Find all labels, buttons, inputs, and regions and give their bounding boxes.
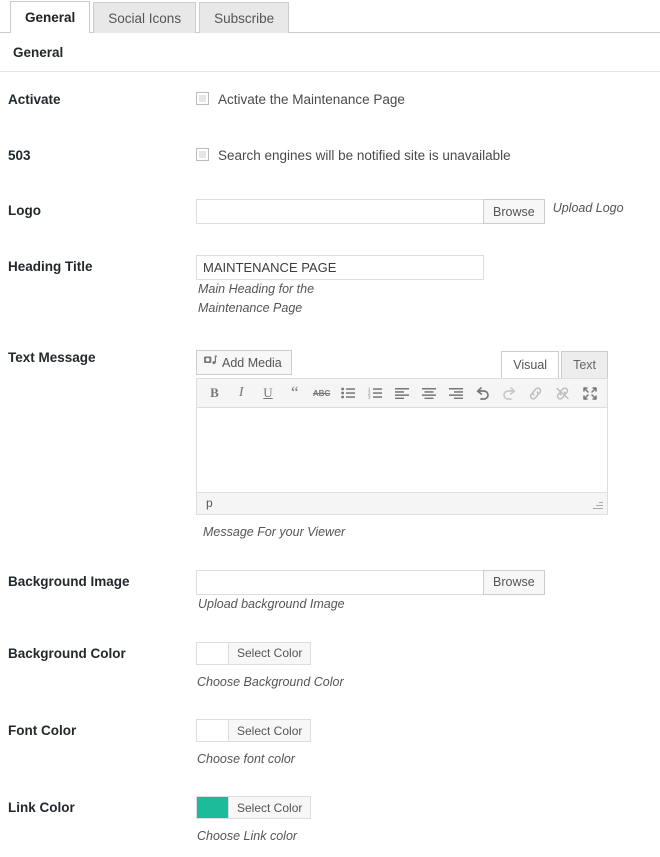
logo-hint: Upload Logo [552, 201, 624, 216]
tab-general-label: General [25, 10, 76, 25]
link-color-swatch[interactable] [196, 796, 228, 820]
row-text-message: Text Message Add Media Visual Text B I U… [0, 330, 660, 553]
activate-checkbox[interactable] [196, 92, 209, 105]
row-background-color: Background Color Select Color Choose Bac… [0, 626, 660, 703]
align-center-icon[interactable] [415, 380, 442, 406]
text-message-hint: Message For your Viewer [203, 525, 346, 540]
add-media-button[interactable]: Add Media [196, 350, 292, 376]
editor-toolbar: B I U “ ABC 1 2 3 [196, 378, 608, 409]
blockquote-icon[interactable]: “ [281, 380, 308, 406]
align-right-icon[interactable] [442, 380, 469, 406]
heading-title-input[interactable] [196, 254, 484, 280]
add-media-label: Add Media [222, 355, 282, 370]
wp-editor: Add Media Visual Text B I U “ ABC 1 2 3 … [196, 346, 608, 541]
bold-icon[interactable]: B [201, 380, 228, 406]
link-color-select-button[interactable]: Select Color [228, 796, 312, 820]
label-503: 503 [8, 147, 31, 163]
editor-tab-visual-label: Visual [513, 358, 548, 373]
tab-subscribe-label: Subscribe [214, 11, 275, 26]
section-heading: General [0, 33, 660, 72]
row-link-color: Link Color Select Color Choose Link colo… [0, 780, 660, 857]
font-color-hint: Choose font color [197, 752, 295, 767]
label-background-image: Background Image [8, 573, 130, 589]
background-color-hint: Choose Background Color [197, 674, 344, 689]
tab-social-icons[interactable]: Social Icons [93, 2, 197, 33]
label-text-message: Text Message [8, 350, 96, 366]
background-image-input[interactable] [196, 569, 484, 595]
unlink-icon[interactable] [549, 380, 576, 406]
heading-title-hint: Main Heading for the Maintenance Page [198, 281, 315, 316]
settings-form-table: Activate Activate the Maintenance Page 5… [0, 72, 660, 857]
row-503: 503 Search engines will be notified site… [0, 128, 660, 184]
background-image-browse-button[interactable]: Browse [483, 569, 545, 595]
row-background-image: Background Image Browse Upload backgroun… [0, 554, 660, 626]
editor-element-path: p [206, 496, 213, 511]
strikethrough-icon[interactable]: ABC [308, 380, 335, 406]
search-engines-checkbox-label: Search engines will be notified site is … [218, 147, 511, 163]
row-activate: Activate Activate the Maintenance Page [0, 72, 660, 128]
logo-input[interactable] [196, 199, 484, 225]
editor-status-bar: p [196, 493, 608, 516]
editor-tab-visual[interactable]: Visual [501, 351, 560, 379]
background-image-hint: Upload background Image [198, 596, 345, 611]
label-activate: Activate [8, 92, 61, 107]
editor-tab-text-label: Text [573, 358, 596, 373]
tab-social-icons-label: Social Icons [108, 11, 182, 26]
align-left-icon[interactable] [389, 380, 416, 406]
label-font-color: Font Color [8, 723, 77, 739]
media-icon [204, 354, 217, 372]
background-color-swatch[interactable] [196, 641, 228, 665]
bullet-list-icon[interactable] [335, 380, 362, 406]
tab-subscribe[interactable]: Subscribe [199, 2, 290, 33]
activate-checkbox-label: Activate the Maintenance Page [218, 92, 405, 107]
numbered-list-icon[interactable]: 1 2 3 [362, 380, 389, 406]
font-color-swatch[interactable] [196, 719, 228, 743]
label-link-color: Link Color [8, 800, 75, 816]
label-logo: Logo [8, 203, 41, 219]
italic-icon[interactable]: I [228, 380, 255, 406]
undo-icon[interactable] [469, 380, 496, 406]
fullscreen-icon[interactable] [576, 380, 603, 406]
row-font-color: Font Color Select Color Choose font colo… [0, 703, 660, 780]
label-background-color: Background Color [8, 645, 126, 661]
editor-content-area[interactable] [196, 408, 608, 494]
label-heading-title: Heading Title [8, 258, 93, 274]
underline-icon[interactable]: U [255, 380, 282, 406]
background-color-select-button[interactable]: Select Color [228, 641, 312, 665]
editor-resize-handle[interactable] [591, 498, 603, 510]
tab-general[interactable]: General [10, 1, 91, 33]
editor-tab-text[interactable]: Text [561, 351, 608, 379]
row-heading-title: Heading Title Main Heading for the Maint… [0, 239, 660, 331]
settings-tab-bar: General Social Icons Subscribe [0, 0, 660, 33]
link-icon[interactable] [523, 380, 550, 406]
font-color-select-button[interactable]: Select Color [228, 719, 312, 743]
link-color-hint: Choose Link color [197, 829, 298, 844]
redo-icon[interactable] [496, 380, 523, 406]
search-engines-checkbox[interactable] [196, 147, 209, 161]
row-logo: Logo Browse Upload Logo [0, 183, 660, 239]
editor-mode-tabs: Visual Text [501, 351, 608, 379]
logo-browse-button[interactable]: Browse [483, 199, 545, 225]
svg-text:3: 3 [368, 395, 371, 399]
